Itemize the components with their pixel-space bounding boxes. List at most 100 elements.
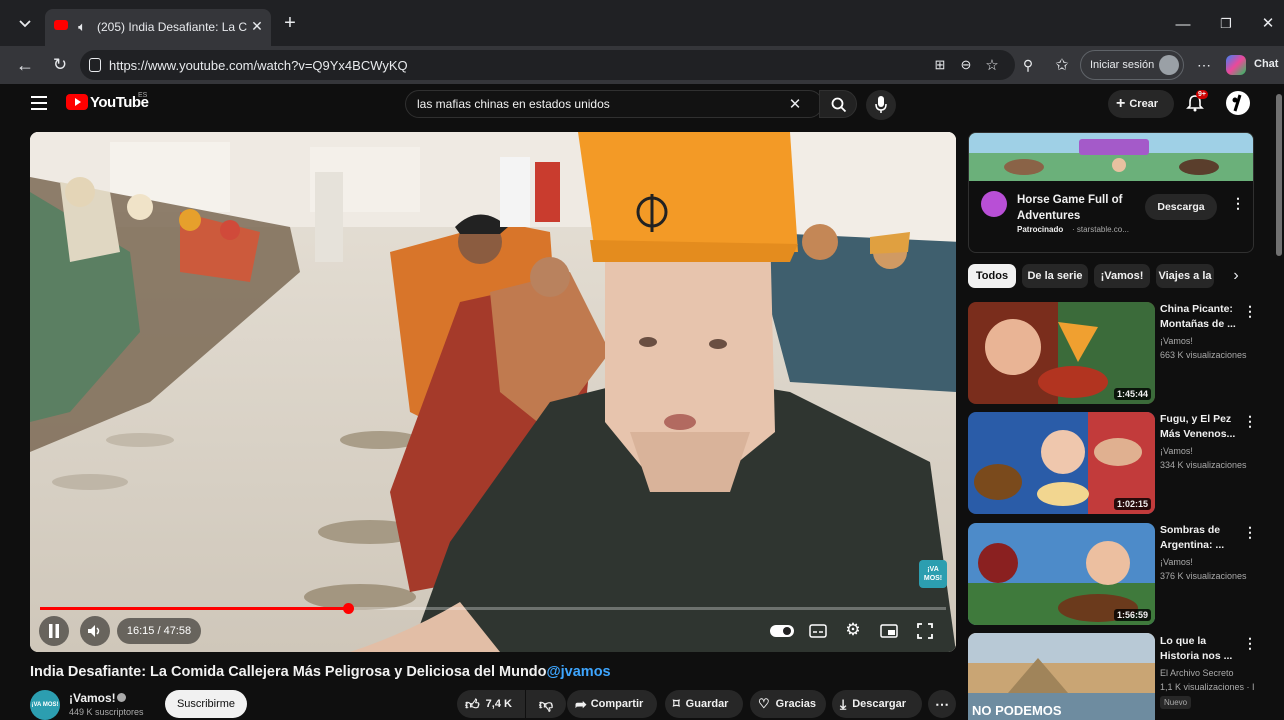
rec-title-1[interactable]: China Picante: Montañas de ... [1160,302,1240,332]
window-close-icon[interactable]: ✕ [1258,13,1278,33]
search-icon [831,97,847,113]
create-label: Crear [1129,98,1159,110]
signin-button[interactable]: Iniciar sesión [1080,50,1184,80]
browser-tab-active[interactable]: 🔈︎ (205) India Desafiante: La Con ✕ [45,9,271,46]
video-frame [30,132,956,652]
channel-watermark[interactable]: ¡VA MOS! [919,560,947,588]
copilot-icon[interactable] [1226,55,1246,75]
more-menu-icon[interactable]: ⋯ [1193,54,1215,76]
chip-all[interactable]: Todos [968,264,1016,288]
tab-title: (205) India Desafiante: La Con [97,20,247,34]
autoplay-toggle[interactable] [770,625,794,637]
search-button[interactable] [819,90,857,118]
subtitles-button[interactable] [808,621,828,641]
create-button[interactable]: + Crear [1108,90,1174,118]
clear-search-icon[interactable]: ✕ [786,95,804,113]
video-player[interactable]: ¡VA MOS! 16:15 / 47:58 ⚙ [30,132,956,652]
rec-views-3: 376 K visualizaciones [1160,571,1247,581]
thumbs-down-icon: 👎︎ [538,695,554,712]
channel-name[interactable]: ¡Vamos! [69,691,116,705]
fullscreen-icon [917,623,933,639]
rec-title-4[interactable]: Lo que la Historia nos ... [1160,634,1240,664]
restore-icon[interactable]: ❐ [1216,14,1236,34]
profile-avatar-icon [1159,55,1179,75]
reload-icon[interactable]: ↻ [49,54,71,76]
chip-vamos[interactable]: ¡Vamos! [1094,264,1150,288]
ad-domain: · starstable.co... [1072,225,1129,234]
thanks-icon: ♡ [758,696,770,711]
settings-gear-icon[interactable]: ⚙ [843,620,863,640]
rec-channel-1[interactable]: ¡Vamos! [1160,334,1193,348]
more-actions-icon[interactable]: ⋯ [928,690,956,718]
microphone-icon [875,96,887,113]
save-button[interactable]: ⌑ Guardar [665,690,743,718]
fullscreen-button[interactable] [915,621,935,641]
tab-list-chevron-icon[interactable] [14,13,36,35]
voice-search-button[interactable] [866,90,896,120]
progress-bar[interactable] [40,603,946,614]
plus-icon: + [1116,95,1126,112]
notifications-button[interactable]: 9+ [1186,90,1208,112]
speaker-icon[interactable]: 🔈︎ [73,18,91,36]
pause-button[interactable] [39,616,69,646]
zoom-icon[interactable]: ⊖ [956,55,976,75]
rec-thumbnail-3[interactable]: 1:56:59 [968,523,1155,625]
subscribe-button[interactable]: Suscribirme [165,690,247,718]
dislike-button[interactable]: 👎︎ [526,690,566,718]
chip-series[interactable]: De la serie [1022,264,1088,288]
back-icon[interactable]: ← [14,54,36,76]
page-scrollbar[interactable] [1276,94,1282,256]
thanks-button[interactable]: ♡ Gracias [750,690,826,718]
ad-cta-button[interactable]: Descarga [1145,194,1217,220]
address-bar-row: ← ↻ https://www.youtube.com/watch?v=Q9Yx… [0,46,1284,84]
rec-menu-icon-1[interactable]: ⋮ [1243,303,1257,320]
rec-channel-3[interactable]: ¡Vamos! [1160,555,1193,569]
rec-channel-2[interactable]: ¡Vamos! [1160,444,1193,458]
ad-menu-icon[interactable]: ⋮ [1231,195,1245,212]
rec-thumbnail-4[interactable]: NO PODEMOS [968,633,1155,720]
rec-thumbnail-1[interactable]: 1:45:44 [968,302,1155,404]
account-avatar[interactable] [1226,91,1250,115]
download-button[interactable]: ⤓ Descargar [832,690,922,718]
download-label: Descargar [852,698,907,710]
rec-channel-4[interactable]: El Archivo Secreto [1160,666,1234,680]
search-input[interactable]: las mafias chinas en estados unidos [417,97,610,111]
search-box[interactable]: las mafias chinas en estados unidos ✕ [405,90,823,118]
favorite-star-icon[interactable]: ☆ [982,55,1002,75]
video-title: India Desafiante: La Comida Callejera Má… [30,664,547,680]
chips-next-chevron-icon[interactable]: › [1227,267,1245,285]
channel-avatar[interactable]: ¡VA MOS! [30,690,60,720]
subscriber-count: 449 K suscriptores [69,707,144,717]
rec-title-3[interactable]: Sombras de Argentina: ... [1160,523,1240,553]
volume-icon [88,625,100,637]
ad-title[interactable]: Horse Game Full of Adventures [1017,192,1137,224]
rec-views-2: 334 K visualizaciones [1160,460,1247,470]
ad-card[interactable]: Horse Game Full of Adventures Patrocinad… [968,132,1254,253]
rec-title-2[interactable]: Fugu, y El Pez Más Venenos... [1160,412,1240,442]
new-tab-icon[interactable]: + [280,12,300,34]
minimize-icon[interactable]: — [1172,13,1194,35]
chat-label[interactable]: Chat [1254,58,1278,70]
url-field[interactable]: https://www.youtube.com/watch?v=Q9Yx4BCW… [80,50,1015,80]
favorites-icon[interactable]: ✩ [1051,54,1073,76]
share-button[interactable]: ➦ Compartir [567,690,657,718]
like-button[interactable]: 👍︎ 7,4 K [457,690,525,718]
progress-scrubber[interactable] [343,603,355,614]
page-info-icon[interactable] [89,58,101,72]
hamburger-menu-icon[interactable] [31,96,47,110]
channel-handle-link[interactable]: @jvamos [547,664,611,680]
volume-button[interactable] [80,616,110,646]
miniplayer-button[interactable] [879,621,899,641]
chip-travel[interactable]: Viajes a la [1156,264,1214,288]
youtube-logo-icon[interactable] [66,94,88,110]
tab-close-icon[interactable]: ✕ [248,17,266,35]
rec-menu-icon-3[interactable]: ⋮ [1243,524,1257,541]
rec-thumbnail-2[interactable]: 1:02:15 [968,412,1155,514]
bookmark-icon: ⌑ [673,696,680,711]
app-available-icon[interactable]: ⊞ [930,55,950,75]
extensions-icon[interactable]: ⚲ [1017,54,1039,76]
rec-menu-icon-4[interactable]: ⋮ [1243,635,1257,652]
rec-menu-icon-2[interactable]: ⋮ [1243,413,1257,430]
thanks-label: Gracias [775,698,817,710]
logo-region: ES [138,92,148,99]
